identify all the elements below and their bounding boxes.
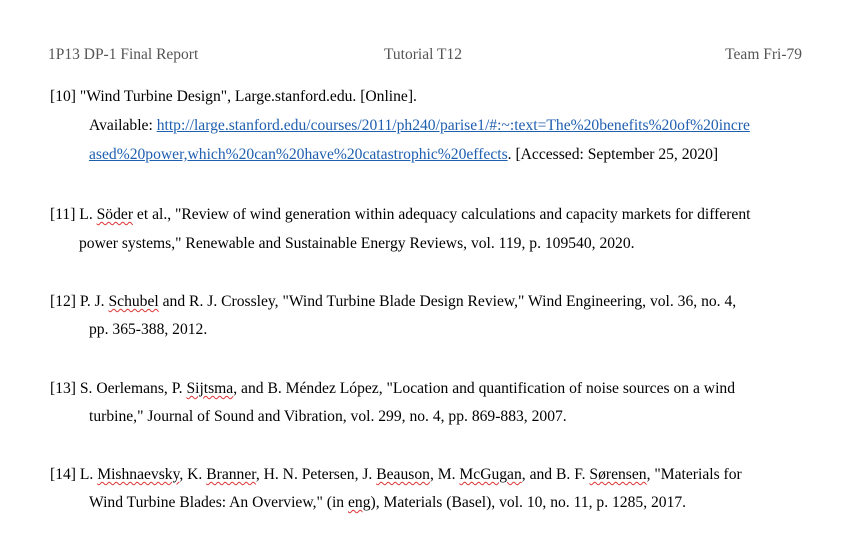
header-team: Team Fri-79 xyxy=(725,46,802,63)
header-report-title: 1P13 DP-1 Final Report xyxy=(48,46,199,63)
reference-10-line-1: [10] "Wind Turbine Design", Large.stanfo… xyxy=(50,88,417,105)
reference-13-line-2: turbine," Journal of Sound and Vibration… xyxy=(89,408,567,425)
reference-12-line-2: pp. 365-388, 2012. xyxy=(89,321,208,338)
reference-14-line-2: Wind Turbine Blades: An Overview," (in e… xyxy=(89,494,687,511)
reference-10-line-2: Available: http://large.stanford.edu/cou… xyxy=(89,117,750,134)
header-tutorial: Tutorial T12 xyxy=(384,46,462,63)
reference-10-line-3: ased%20power,which%20can%20have%20catast… xyxy=(89,146,719,163)
document-page: { "header": { "left": "1P13 DP-1 Final R… xyxy=(0,0,850,545)
reference-12-line-1: [12] P. J. Schubel and R. J. Crossley, "… xyxy=(50,293,737,310)
page-header: 1P13 DP-1 Final Report Tutorial T12 Team… xyxy=(0,46,850,66)
reference-14-line-1: [14] L. Mishnaevsky, K. Branner, H. N. P… xyxy=(50,466,742,483)
reference-13-line-1: [13] S. Oerlemans, P. Sijtsma, and B. Mé… xyxy=(50,380,735,397)
reference-11-line-1: [11] L. Söder et al., "Review of wind ge… xyxy=(50,206,751,223)
reference-10-url-link-cont[interactable]: ased%20power,which%20can%20have%20catast… xyxy=(89,146,508,163)
reference-11-line-2: power systems," Renewable and Sustainabl… xyxy=(79,235,635,252)
reference-10-url-link[interactable]: http://large.stanford.edu/courses/2011/p… xyxy=(157,117,750,134)
